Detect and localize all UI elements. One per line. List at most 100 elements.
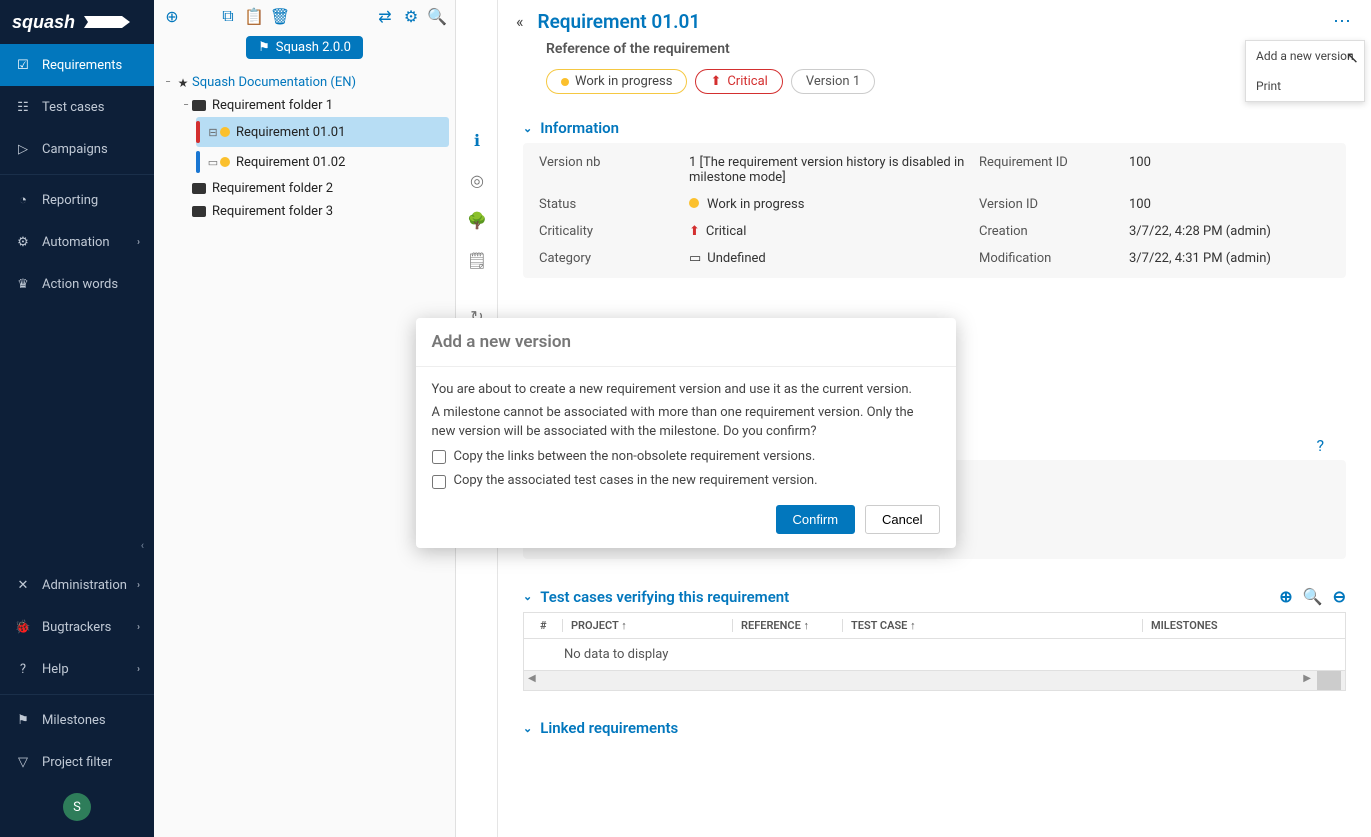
critical-icon: ⬆ <box>689 224 700 239</box>
search-icon[interactable]: 🔍 <box>1303 587 1323 606</box>
checkbox-copy-testcases[interactable] <box>432 475 446 489</box>
info-value: Work in progress <box>689 197 969 212</box>
milestone-chip[interactable]: ⚑Squash 2.0.0 <box>246 36 363 59</box>
folder-label: Requirement folder 1 <box>212 98 333 113</box>
tree-requirement-item[interactable]: ⊟Requirement 01.01 <box>196 117 449 147</box>
nav-bugtrackers[interactable]: 🐞Bugtrackers› <box>0 606 154 648</box>
svg-text:squash: squash <box>12 12 75 32</box>
collapse-icon[interactable]: − <box>162 77 174 88</box>
help-icon[interactable]: ? <box>1316 436 1324 455</box>
back-button[interactable]: « <box>516 12 524 31</box>
gear-icon[interactable]: ⚙ <box>401 6 421 26</box>
note-tab-icon[interactable]: 🗒 <box>456 240 498 280</box>
sidebar: squash ☑Requirements ☷ Test cases ▷Campai… <box>0 0 154 837</box>
add-icon[interactable]: ⊕ <box>162 6 182 26</box>
chip-row: Work in progress ⬆Critical Version 1 <box>546 69 1353 94</box>
delete-icon[interactable]: 🗑 <box>270 6 290 26</box>
nav-reporting[interactable]: ◔Reporting <box>0 179 154 221</box>
nav-automation[interactable]: ⚙Automation› <box>0 221 154 263</box>
col-num[interactable]: # <box>532 619 562 632</box>
paste-icon[interactable]: 📋 <box>244 6 264 26</box>
tree-folder[interactable]: Requirement folder 3 <box>178 200 449 223</box>
tree-project[interactable]: −★Squash Documentation (EN) <box>160 71 449 94</box>
avatar[interactable]: S <box>63 793 91 821</box>
chevron-right-icon: › <box>137 664 140 675</box>
nav-bottom: ✕Administration› 🐞Bugtrackers› ?Help› ⚑M… <box>0 558 154 837</box>
nav-campaigns[interactable]: ▷Campaigns <box>0 128 154 170</box>
add-icon[interactable]: ⊕ <box>1279 587 1292 606</box>
table-header: # PROJECT ↑ REFERENCE ↑ TEST CASE ↑ MILE… <box>523 612 1346 639</box>
dropdown-add-version[interactable]: Add a new version <box>1246 41 1364 71</box>
requirement-label: Requirement 01.02 <box>236 155 345 170</box>
col-testcase[interactable]: TEST CASE ↑ <box>842 619 1142 632</box>
category-icon: ▭ <box>689 251 701 266</box>
info-value: 100 <box>1129 197 1330 212</box>
tree-folder[interactable]: Requirement folder 2 <box>178 177 449 200</box>
section-header[interactable]: ⌄Information <box>523 113 1346 143</box>
nav-label: Administration <box>42 578 127 593</box>
col-project[interactable]: PROJECT ↑ <box>562 619 732 632</box>
info-tab-icon[interactable]: ℹ <box>456 120 498 160</box>
cancel-button[interactable]: Cancel <box>865 505 939 534</box>
expand-icon[interactable]: ⊟ <box>206 126 220 139</box>
star-icon: ★ <box>174 76 192 90</box>
nav-label: Test cases <box>42 100 104 115</box>
confirm-button[interactable]: Confirm <box>776 505 856 534</box>
more-dropdown: Add a new version Print <box>1245 40 1365 102</box>
check-square-icon: ☑ <box>14 56 32 74</box>
more-menu-button[interactable]: ⋯ <box>1333 11 1353 32</box>
critical-icon: ⬆ <box>710 74 721 89</box>
folder-icon <box>192 183 206 194</box>
nav-requirements[interactable]: ☑Requirements <box>0 44 154 86</box>
nav-projectfilter[interactable]: ▽Project filter <box>0 741 154 783</box>
info-label: Status <box>539 197 679 212</box>
tree-toolbar: ⊕ ⧉ 📋 🗑 ⇄ ⚙ 🔍 <box>154 0 455 32</box>
milestone-label: Squash 2.0.0 <box>276 40 351 55</box>
sidebar-collapse[interactable]: ‹ <box>0 533 154 558</box>
info-value: 3/7/22, 4:28 PM (admin) <box>1129 224 1330 239</box>
nav-milestones[interactable]: ⚑Milestones <box>0 699 154 741</box>
status-chip[interactable]: Work in progress <box>546 69 687 94</box>
info-label: Criticality <box>539 224 679 239</box>
criticality-chip[interactable]: ⬆Critical <box>695 69 782 94</box>
criticality-bar <box>196 121 200 143</box>
nav-actionwords[interactable]: ♛Action words <box>0 263 154 305</box>
col-milestones[interactable]: MILESTONES <box>1142 619 1337 632</box>
tree-tab-icon[interactable]: 🌳 <box>456 200 498 240</box>
section-information: ⌄Information Version nb 1 [The requireme… <box>522 112 1347 279</box>
swap-icon[interactable]: ⇄ <box>375 6 395 26</box>
target-tab-icon[interactable]: ◎ <box>456 160 498 200</box>
nav-label: Bugtrackers <box>42 620 111 635</box>
col-reference[interactable]: REFERENCE ↑ <box>732 619 842 632</box>
version-chip[interactable]: Version 1 <box>791 69 875 94</box>
list-icon: ☷ <box>14 98 32 116</box>
info-value: ⬆Critical <box>689 224 969 239</box>
info-label: Version ID <box>979 197 1119 212</box>
copy-icon[interactable]: ⧉ <box>218 6 238 26</box>
folder-label: Requirement folder 2 <box>212 181 333 196</box>
section-header[interactable]: ⌄Linked requirements <box>523 713 1346 743</box>
folder-icon <box>192 206 206 217</box>
remove-icon[interactable]: ⊖ <box>1333 587 1346 606</box>
nav-testcases[interactable]: ☷ Test cases <box>0 86 154 128</box>
scrollbar[interactable]: ◀▶ <box>523 671 1346 691</box>
dropdown-print[interactable]: Print <box>1246 71 1364 101</box>
info-value: 1 [The requirement version history is di… <box>689 155 969 185</box>
section-header[interactable]: ⌄Test cases verifying this requirement ⊕… <box>523 581 1346 612</box>
folder-icon <box>192 100 206 111</box>
nav-help[interactable]: ?Help› <box>0 648 154 690</box>
modal-title: Add a new version <box>416 318 956 367</box>
info-label: Version nb <box>539 155 679 170</box>
chevron-right-icon: › <box>137 580 140 591</box>
nav-administration[interactable]: ✕Administration› <box>0 564 154 606</box>
tree-requirement-item[interactable]: ▭ Requirement 01.02 <box>196 147 449 177</box>
crown-icon: ♛ <box>14 275 32 293</box>
collapse-icon[interactable]: − <box>180 100 192 111</box>
section-testcases: ⌄Test cases verifying this requirement ⊕… <box>522 580 1347 692</box>
chevron-right-icon: › <box>137 237 140 248</box>
tree-folder[interactable]: − Requirement folder 1 <box>178 94 449 117</box>
search-icon[interactable]: 🔍 <box>427 6 447 26</box>
flag-icon: ⚑ <box>14 711 32 729</box>
expand-icon[interactable]: ▭ <box>206 156 220 169</box>
checkbox-copy-links[interactable] <box>432 450 446 464</box>
